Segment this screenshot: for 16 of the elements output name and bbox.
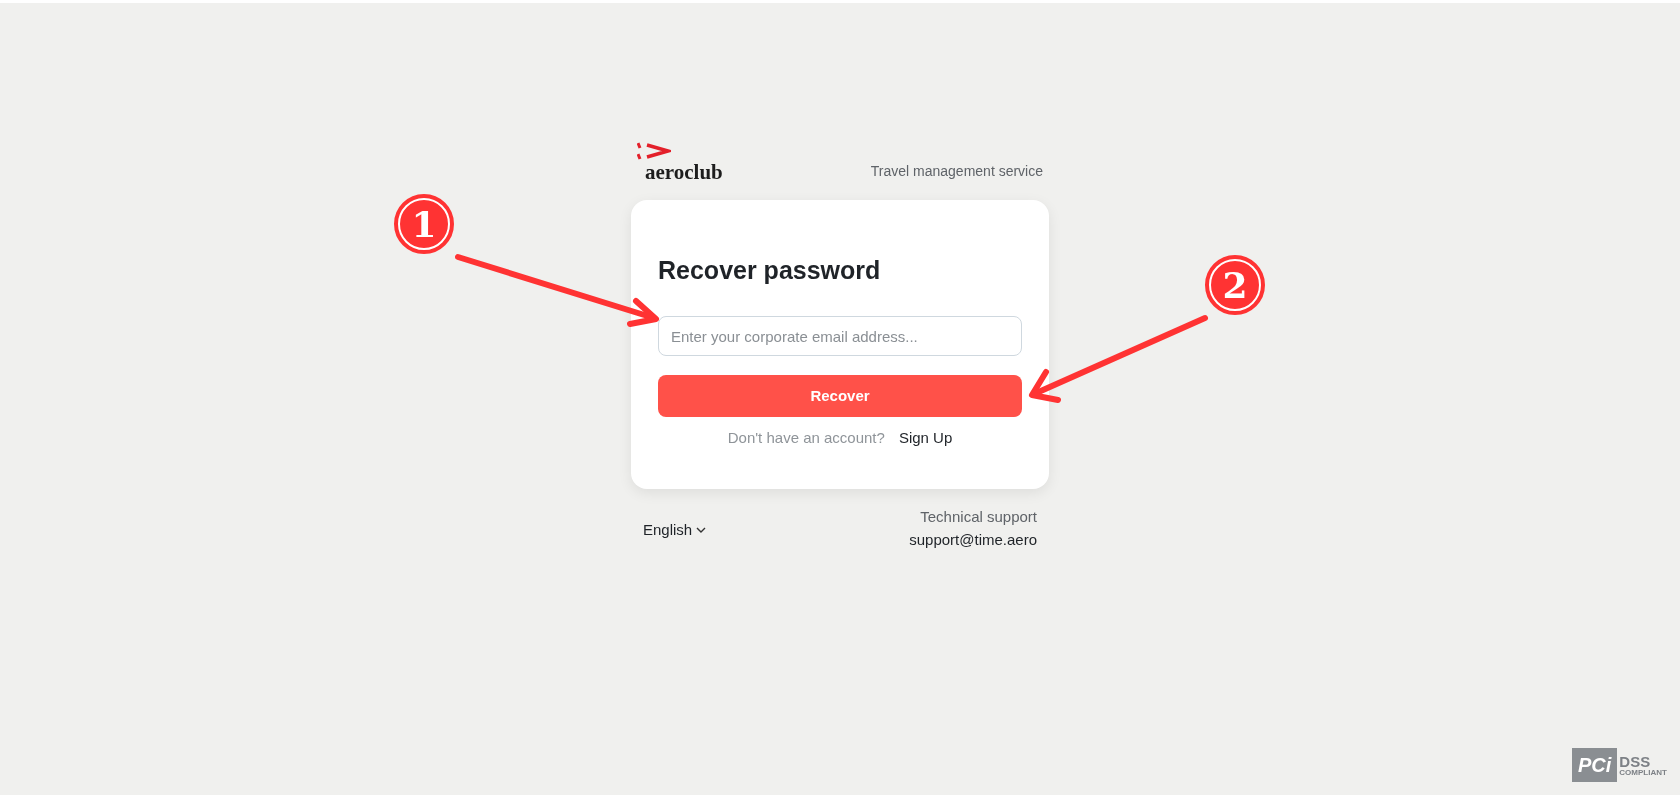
support-label: Technical support bbox=[920, 507, 1037, 527]
signup-link[interactable]: Sign Up bbox=[898, 427, 953, 450]
signup-prompt: Don't have an account? bbox=[727, 428, 885, 448]
logo-chevron-icon bbox=[637, 140, 671, 162]
chevron-down-icon bbox=[696, 527, 707, 534]
step-number-badge: 1 bbox=[394, 194, 454, 254]
logo-text: aeroclub bbox=[645, 162, 723, 182]
compliant-label: COMPLIANT bbox=[1619, 768, 1667, 777]
support-email-link[interactable]: support@time.aero bbox=[909, 528, 1037, 551]
language-dropdown[interactable]: English bbox=[643, 519, 707, 542]
tagline: Travel management service bbox=[870, 162, 1043, 181]
email-input-field[interactable]: Enter your corporate email address... bbox=[658, 316, 1022, 356]
page-title: Recover password bbox=[658, 255, 882, 286]
step-number-badge: 2 bbox=[1205, 255, 1265, 315]
pci-mark: PCi bbox=[1572, 748, 1618, 782]
dss-label: DSS bbox=[1619, 753, 1652, 769]
